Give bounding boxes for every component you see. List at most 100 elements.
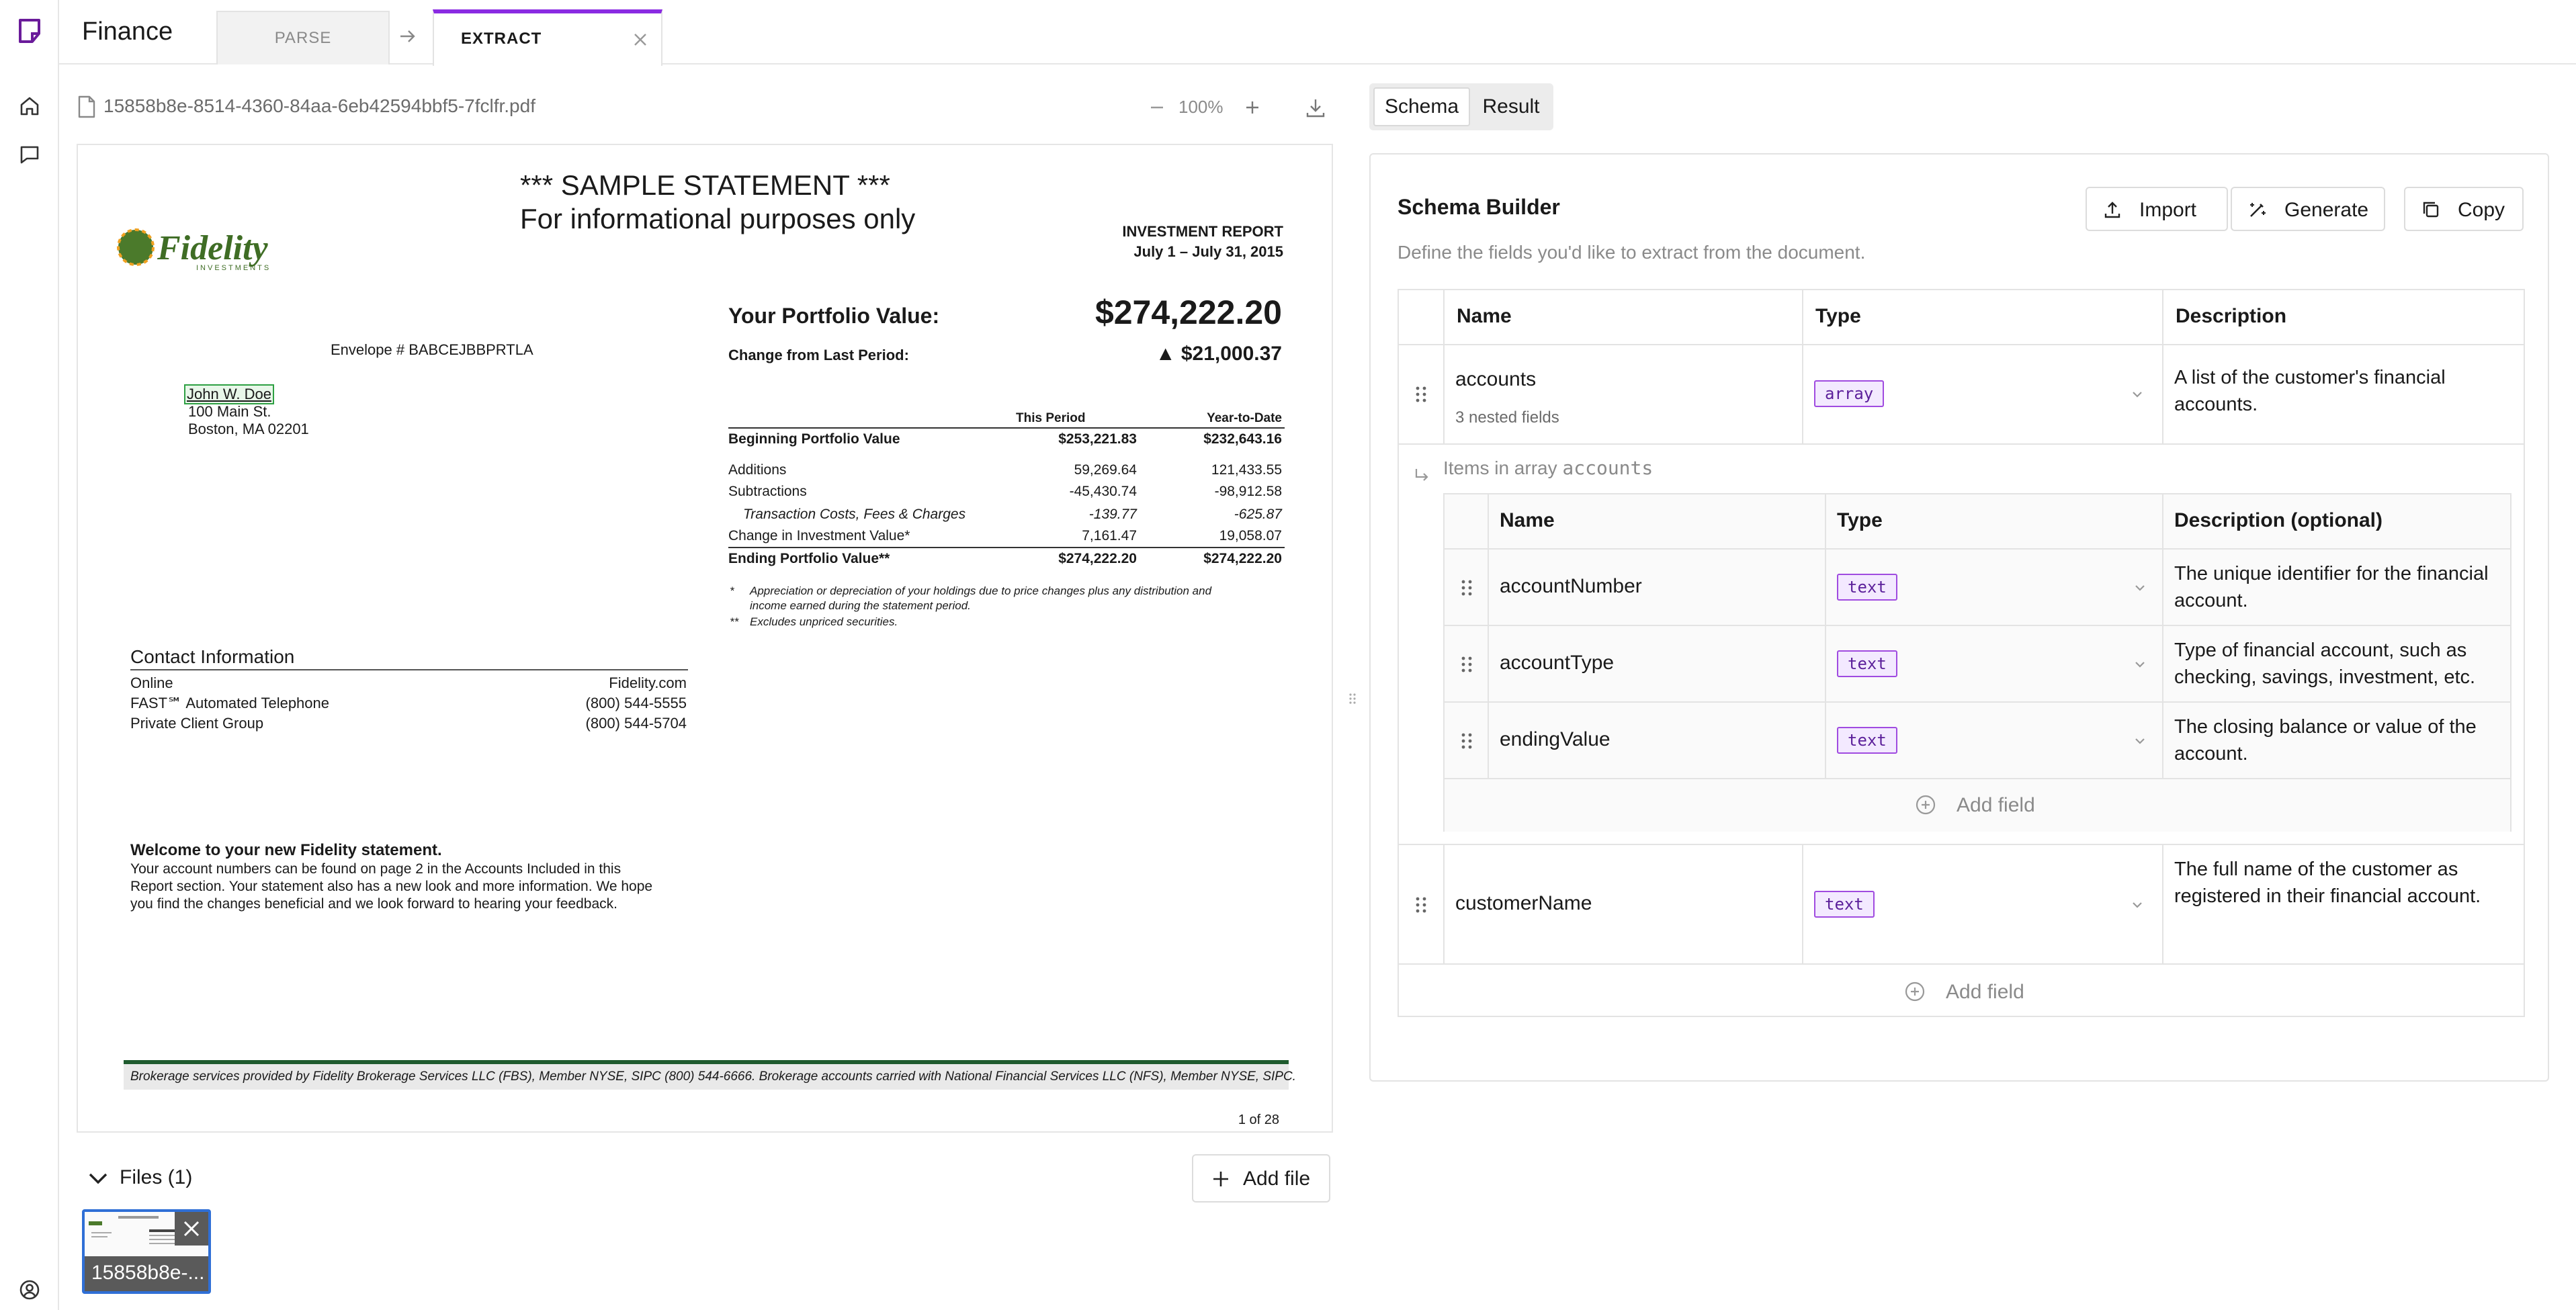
- field-name-input[interactable]: accountType: [1500, 652, 1614, 674]
- drag-handle-icon[interactable]: [1461, 654, 1473, 674]
- chevron-down-icon[interactable]: [85, 1166, 112, 1190]
- type-cell[interactable]: text: [1802, 845, 2162, 963]
- tab-extract[interactable]: EXTRACT: [433, 9, 662, 66]
- table-row-ytd: -98,912.58: [1214, 484, 1282, 499]
- tab-result[interactable]: Result: [1473, 87, 1549, 126]
- column-header-description: Description: [2176, 305, 2287, 327]
- chevron-down-icon[interactable]: [2130, 898, 2145, 912]
- svg-text:INVESTMENTS: INVESTMENTS: [196, 264, 271, 272]
- items-in-array-label: Items in array accounts: [1443, 457, 1653, 479]
- schema-builder-card: Schema Builder Define the fields you'd l…: [1369, 153, 2549, 1082]
- remove-file-icon[interactable]: [175, 1212, 208, 1246]
- tab-schema[interactable]: Schema: [1373, 87, 1470, 126]
- generate-button[interactable]: Generate: [2231, 187, 2385, 231]
- description-cell[interactable]: The unique identifier for the financial …: [2162, 550, 2510, 625]
- file-icon: [77, 95, 97, 118]
- drag-handle-icon[interactable]: [1461, 578, 1473, 598]
- drag-handle-icon[interactable]: [1415, 895, 1427, 915]
- table-row-label: Additions: [728, 462, 787, 478]
- name-cell[interactable]: accountNumber: [1488, 550, 1825, 625]
- app-logo-icon[interactable]: [13, 15, 46, 47]
- generate-label: Generate: [2284, 199, 2369, 221]
- description-cell[interactable]: The closing balance or value of the acco…: [2162, 703, 2510, 778]
- tab-parse[interactable]: PARSE: [216, 11, 390, 64]
- chevron-down-icon[interactable]: [2133, 580, 2147, 595]
- contact-value: (800) 544-5555: [585, 695, 687, 711]
- description-input[interactable]: The full name of the customer as registe…: [2174, 856, 2510, 910]
- name-cell[interactable]: endingValue: [1488, 703, 1825, 778]
- files-label[interactable]: Files (1): [120, 1166, 192, 1189]
- copy-label: Copy: [2458, 199, 2505, 221]
- add-field-button[interactable]: Add field: [1399, 965, 2524, 1017]
- table-row-ytd: $232,643.16: [1203, 431, 1282, 447]
- table-row: customerName text The full name of the c…: [1399, 845, 2524, 965]
- name-cell[interactable]: accountType: [1488, 626, 1825, 701]
- table-row: accounts 3 nested fields array A list of…: [1399, 345, 2524, 445]
- add-circle-icon: [1915, 794, 1936, 816]
- drag-handle-icon[interactable]: [1461, 731, 1473, 751]
- page-number: 1 of 28: [1238, 1112, 1279, 1127]
- description-input[interactable]: Type of financial account, such as check…: [2174, 637, 2497, 691]
- chevron-down-icon[interactable]: [2130, 387, 2145, 402]
- drag-handle-icon[interactable]: [1415, 384, 1427, 404]
- contact-value: Fidelity.com: [609, 674, 687, 691]
- close-icon[interactable]: [632, 31, 649, 48]
- description-cell[interactable]: Type of financial account, such as check…: [2162, 626, 2510, 701]
- add-field-label: Add field: [1946, 981, 2024, 1003]
- address-city: Boston, MA 02201: [188, 421, 309, 437]
- table-row-label: Ending Portfolio Value**: [728, 551, 890, 566]
- zoom-out-icon[interactable]: [1145, 95, 1169, 120]
- import-button[interactable]: Import: [2086, 187, 2228, 231]
- header-desc-cell: Description: [2162, 290, 2524, 344]
- report-period: July 1 – July 31, 2015: [1133, 243, 1283, 260]
- add-file-button[interactable]: Add file: [1192, 1154, 1330, 1203]
- items-prefix: Items in array: [1443, 457, 1563, 478]
- type-cell[interactable]: array: [1802, 345, 2162, 443]
- name-cell[interactable]: customerName: [1443, 845, 1802, 963]
- table-row-this: 7,161.47: [1082, 528, 1137, 543]
- fidelity-logo: Fidelity INVESTMENTS: [116, 224, 297, 274]
- nested-header-desc-cell: Description (optional): [2162, 494, 2510, 548]
- type-cell[interactable]: text: [1825, 626, 2162, 701]
- chat-icon[interactable]: [13, 138, 46, 171]
- report-title: INVESTMENT REPORT: [1122, 223, 1283, 240]
- type-badge: text: [1837, 727, 1897, 754]
- field-name-input[interactable]: endingValue: [1500, 728, 1611, 751]
- address-street: 100 Main St.: [188, 403, 271, 420]
- description-cell[interactable]: The full name of the customer as registe…: [2162, 845, 2524, 963]
- nested-count: 3 nested fields: [1455, 408, 1559, 427]
- footnote-mark: **: [730, 615, 739, 628]
- contact-label: FAST℠ Automated Telephone: [130, 695, 329, 711]
- type-cell[interactable]: text: [1825, 703, 2162, 778]
- chevron-down-icon[interactable]: [2133, 657, 2147, 672]
- footnote-mark: *: [730, 584, 734, 597]
- welcome-line: Report section. Your statement also has …: [130, 879, 653, 894]
- copy-button[interactable]: Copy: [2404, 187, 2524, 231]
- chevron-down-icon[interactable]: [2133, 734, 2147, 748]
- type-cell[interactable]: text: [1825, 550, 2162, 625]
- account-icon[interactable]: [13, 1274, 46, 1306]
- field-name-input[interactable]: accountNumber: [1500, 575, 1642, 598]
- footnote-2: Excludes unpriced securities.: [750, 615, 898, 628]
- nested-add-field-button[interactable]: Add field: [1445, 779, 2510, 832]
- name-cell[interactable]: accounts 3 nested fields: [1443, 345, 1802, 443]
- table-row-this: 59,269.64: [1074, 462, 1137, 478]
- nested-arrow-icon: [1412, 466, 1431, 485]
- description-input[interactable]: The unique identifier for the financial …: [2174, 560, 2497, 614]
- field-name-input[interactable]: customerName: [1455, 892, 1592, 915]
- resize-handle-icon[interactable]: [1348, 688, 1357, 709]
- sample-heading: *** SAMPLE STATEMENT ***: [520, 169, 890, 201]
- table-row-this: -45,430.74: [1069, 484, 1137, 499]
- home-icon[interactable]: [13, 90, 46, 122]
- description-input[interactable]: The closing balance or value of the acco…: [2174, 713, 2497, 767]
- zoom-level: 100%: [1178, 97, 1223, 117]
- field-name-input[interactable]: accounts: [1455, 368, 1536, 391]
- download-icon[interactable]: [1302, 94, 1329, 121]
- document-toolbar: 15858b8e-8514-4360-84aa-6eb42594bbf5-7fc…: [77, 93, 1333, 122]
- zoom-in-icon[interactable]: [1240, 95, 1264, 120]
- address-name-highlight[interactable]: John W. Doe: [184, 384, 274, 404]
- description-input[interactable]: A list of the customer's financial accou…: [2174, 364, 2510, 418]
- magic-wand-icon: [2247, 199, 2268, 220]
- file-thumbnail[interactable]: 15858b8e-...: [82, 1209, 211, 1294]
- description-cell[interactable]: A list of the customer's financial accou…: [2162, 345, 2524, 443]
